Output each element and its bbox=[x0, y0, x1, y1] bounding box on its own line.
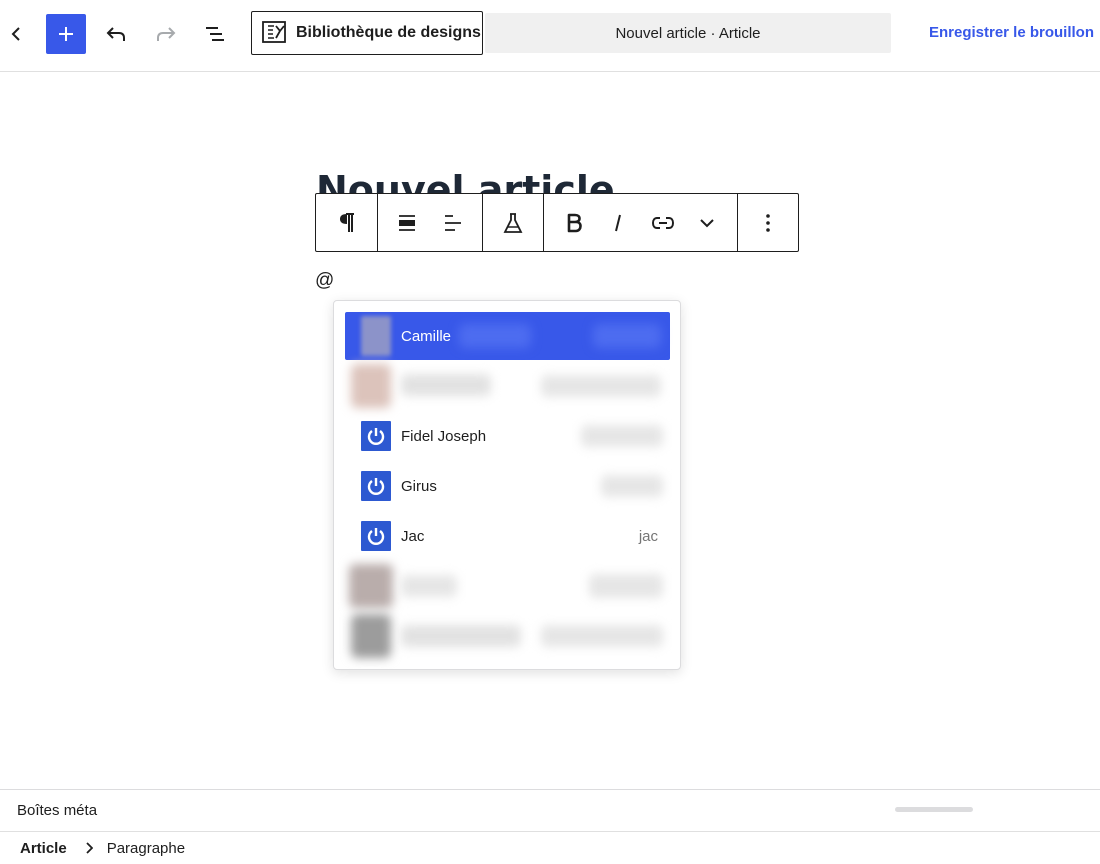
mention-option[interactable] bbox=[345, 562, 670, 610]
redo-icon bbox=[157, 27, 176, 41]
breadcrumb-current: Paragraphe bbox=[106, 839, 186, 857]
breadcrumb-root[interactable]: Article bbox=[20, 840, 67, 857]
flask-icon bbox=[503, 212, 523, 233]
align-left-icon bbox=[445, 214, 461, 231]
mention-option-name: Jac bbox=[401, 527, 425, 545]
power-icon bbox=[367, 528, 385, 545]
link-icon bbox=[651, 216, 674, 229]
mention-option[interactable]: Girus bbox=[345, 462, 670, 510]
mention-option[interactable] bbox=[345, 362, 670, 410]
italic-icon bbox=[615, 214, 622, 231]
power-icon bbox=[367, 428, 385, 445]
mention-option[interactable]: Camille bbox=[345, 312, 670, 360]
document-title-bar[interactable]: Nouvel article · Article bbox=[485, 13, 891, 53]
save-draft-button[interactable]: Enregistrer le brouillon bbox=[929, 24, 1094, 41]
more-vertical-icon bbox=[766, 213, 770, 232]
bold-icon bbox=[567, 213, 582, 232]
document-title: Nouvel article · Article bbox=[615, 24, 761, 42]
align-center-block-icon bbox=[399, 214, 415, 231]
italic-button[interactable] bbox=[602, 203, 634, 243]
chevron-left-icon bbox=[11, 27, 20, 41]
format-group bbox=[544, 194, 738, 251]
mention-autocomplete-popover: Camille Fidel Joseph Girus Jac jac bbox=[333, 300, 681, 670]
document-overview-button[interactable] bbox=[195, 14, 235, 54]
options-group bbox=[738, 194, 798, 251]
redo-button[interactable] bbox=[146, 14, 186, 54]
align-text-button[interactable] bbox=[437, 203, 469, 243]
avatar bbox=[361, 421, 391, 451]
avatar bbox=[361, 471, 391, 501]
alignment-group bbox=[378, 194, 483, 251]
more-formats-button[interactable] bbox=[691, 203, 723, 243]
block-inserter-button[interactable] bbox=[46, 14, 86, 54]
block-toolbar bbox=[315, 193, 799, 252]
post-title[interactable]: Nouvel article bbox=[316, 166, 816, 196]
align-block-button[interactable] bbox=[391, 203, 423, 243]
paragraph-block-button[interactable] bbox=[331, 203, 363, 243]
paragraph-icon bbox=[339, 212, 354, 232]
block-options-button[interactable] bbox=[752, 203, 784, 243]
breadcrumb: Article Paragraphe bbox=[0, 831, 1100, 864]
bold-button[interactable] bbox=[558, 203, 590, 243]
undo-button[interactable] bbox=[96, 14, 136, 54]
mention-option[interactable]: Jac jac bbox=[345, 512, 670, 560]
experimental-group bbox=[483, 194, 544, 251]
block-type-group bbox=[316, 194, 378, 251]
meta-boxes-label: Boîtes méta bbox=[17, 802, 98, 819]
chevron-right-icon bbox=[85, 842, 93, 854]
editor-header: Bibliothèque de designs Nouvel article ·… bbox=[0, 0, 1100, 72]
back-button[interactable] bbox=[0, 14, 34, 54]
link-button[interactable] bbox=[647, 203, 679, 243]
pattern-library-label: Bibliothèque de designs bbox=[296, 24, 481, 41]
flask-button[interactable] bbox=[497, 203, 529, 243]
undo-icon bbox=[106, 27, 125, 41]
meta-boxes-resize-handle[interactable] bbox=[895, 807, 973, 812]
mention-option-slug: jac bbox=[638, 527, 658, 545]
list-view-icon bbox=[206, 27, 224, 41]
plus-icon bbox=[59, 27, 73, 41]
paragraph-block[interactable]: @ bbox=[315, 270, 334, 292]
pattern-library-button[interactable]: Bibliothèque de designs bbox=[251, 11, 483, 55]
mention-option[interactable] bbox=[345, 612, 670, 660]
avatar bbox=[361, 316, 391, 356]
power-icon bbox=[367, 478, 385, 495]
mention-option[interactable]: Fidel Joseph bbox=[345, 412, 670, 460]
avatar bbox=[361, 521, 391, 551]
pattern-library-icon bbox=[262, 21, 286, 43]
chevron-down-icon bbox=[700, 218, 714, 227]
